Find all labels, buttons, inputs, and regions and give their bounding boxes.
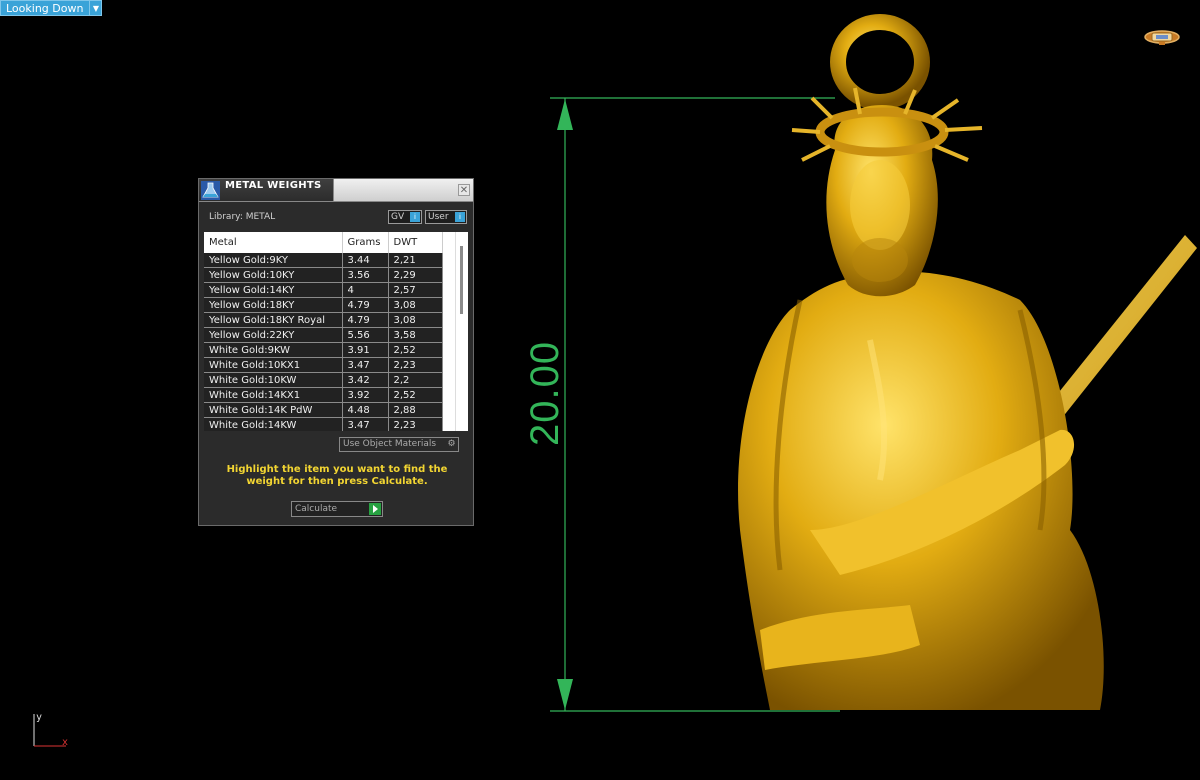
cell-grams[interactable]: 3.92 [342,387,389,403]
scrollbar-thumb[interactable] [460,246,463,314]
cell-spacer [442,417,456,431]
table-row[interactable]: Yellow Gold:18KY 4.79 3,08 [204,297,456,313]
play-arrow-icon[interactable] [369,503,381,515]
cell-metal[interactable]: White Gold:10KX1 [204,357,343,373]
gv-toggle[interactable]: GV i [388,210,422,224]
table-row[interactable]: White Gold:14KW 3.47 2,23 [204,417,456,431]
table-header-row: Metal Grams DWT [204,232,456,253]
table-row[interactable]: White Gold:10KW 3.42 2,2 [204,372,456,388]
cell-dwt[interactable]: 2,52 [388,342,443,358]
use-object-materials-label: Use Object Materials [343,439,437,449]
cell-metal[interactable]: White Gold:14KX1 [204,387,343,403]
table-row[interactable]: Yellow Gold:18KY Royal 4.79 3,08 [204,312,456,328]
cell-metal[interactable]: Yellow Gold:9KY [204,253,343,268]
axis-y-label: y [36,712,43,723]
cell-metal[interactable]: White Gold:10KW [204,372,343,388]
dimension-arrow-top [557,99,573,130]
column-header-dwt[interactable]: DWT [388,232,443,253]
dimension-arrow-bottom [557,679,573,710]
cell-spacer [442,312,456,328]
table-row[interactable]: White Gold:14K PdW 4.48 2,88 [204,402,456,418]
cell-grams[interactable]: 3.42 [342,372,389,388]
cell-metal[interactable]: White Gold:14KW [204,417,343,431]
cell-dwt[interactable]: 2,21 [388,253,443,268]
gear-icon[interactable]: ⚙ [446,439,457,450]
instruction-text: Highlight the item you want to find the … [226,464,448,487]
cell-spacer [442,327,456,343]
panel-title: METAL WEIGHTS [225,180,322,191]
cell-grams[interactable]: 3.47 [342,357,389,373]
column-header-metal[interactable]: Metal [204,232,343,253]
info-icon[interactable]: i [455,212,465,222]
cell-grams[interactable]: 3.56 [342,267,389,283]
cell-dwt[interactable]: 3,08 [388,297,443,313]
cell-dwt[interactable]: 2,29 [388,267,443,283]
close-icon[interactable]: ✕ [458,184,470,196]
panel-title-tab: METAL WEIGHTS [199,179,334,201]
cell-grams[interactable]: 4.48 [342,402,389,418]
cell-spacer [442,357,456,373]
table-row[interactable]: Yellow Gold:9KY 3.44 2,21 [204,253,456,268]
cell-spacer [442,372,456,388]
cell-metal[interactable]: Yellow Gold:18KY Royal [204,312,343,328]
cell-dwt[interactable]: 2,23 [388,417,443,431]
3d-viewport[interactable]: Looking Down ▼ 20.00 y x METAL WEIGHTS ✕… [0,0,1200,780]
gv-label: GV [391,212,405,222]
table-row[interactable]: White Gold:14KX1 3.92 2,52 [204,387,456,403]
cell-metal[interactable]: Yellow Gold:14KY [204,282,343,298]
axis-x-label: x [62,737,69,748]
cell-dwt[interactable]: 3,08 [388,312,443,328]
cell-metal[interactable]: White Gold:9KW [204,342,343,358]
cell-grams[interactable]: 4.79 [342,297,389,313]
cell-dwt[interactable]: 2,52 [388,387,443,403]
table-scrollbar[interactable] [455,232,468,431]
user-label: User [428,212,449,222]
table-row[interactable]: Yellow Gold:10KY 3.56 2,29 [204,267,456,283]
table-row[interactable]: White Gold:9KW 3.91 2,52 [204,342,456,358]
library-label: Library: METAL [209,212,276,222]
cell-metal[interactable]: Yellow Gold:10KY [204,267,343,283]
cell-grams[interactable]: 4.79 [342,312,389,328]
cell-spacer [442,282,456,298]
cell-dwt[interactable]: 3,58 [388,327,443,343]
cell-spacer [442,402,456,418]
cell-spacer [442,253,456,268]
calculate-label: Calculate [295,504,338,514]
cell-spacer [442,342,456,358]
cell-dwt[interactable]: 2,57 [388,282,443,298]
cell-grams[interactable]: 3.44 [342,253,389,268]
cell-grams[interactable]: 3.91 [342,342,389,358]
cell-metal[interactable]: Yellow Gold:18KY [204,297,343,313]
metal-table[interactable]: Metal Grams DWT Yellow Gold:9KY 3.44 2,21 Y… [204,232,468,431]
cell-spacer [442,267,456,283]
metal-flask-icon [201,181,220,200]
axis-indicator: y x [26,710,76,750]
cell-dwt[interactable]: 2,23 [388,357,443,373]
cell-dwt[interactable]: 2,88 [388,402,443,418]
dimension-value: 20.00 [523,340,567,446]
calculate-button[interactable]: Calculate [291,501,383,517]
cell-spacer [442,387,456,403]
table-row[interactable]: Yellow Gold:22KY 5.56 3,58 [204,327,456,343]
cell-grams[interactable]: 3.47 [342,417,389,431]
cell-grams[interactable]: 4 [342,282,389,298]
cell-grams[interactable]: 5.56 [342,327,389,343]
gold-pendant-model[interactable] [720,10,1200,715]
table-row[interactable]: White Gold:10KX1 3.47 2,23 [204,357,456,373]
cell-metal[interactable]: White Gold:14K PdW [204,402,343,418]
use-object-materials-dropdown[interactable]: Use Object Materials ⚙ [339,437,459,452]
column-header-grams[interactable]: Grams [342,232,389,253]
cell-dwt[interactable]: 2,2 [388,372,443,388]
user-toggle[interactable]: User i [425,210,467,224]
panel-titlebar[interactable]: METAL WEIGHTS ✕ [199,179,473,202]
info-icon[interactable]: i [410,212,420,222]
cell-metal[interactable]: Yellow Gold:22KY [204,327,343,343]
column-header-spacer [442,232,456,253]
metal-weights-panel: METAL WEIGHTS ✕ Library: METAL GV i User… [198,178,474,526]
table-row[interactable]: Yellow Gold:14KY 4 2,57 [204,282,456,298]
cell-spacer [442,297,456,313]
